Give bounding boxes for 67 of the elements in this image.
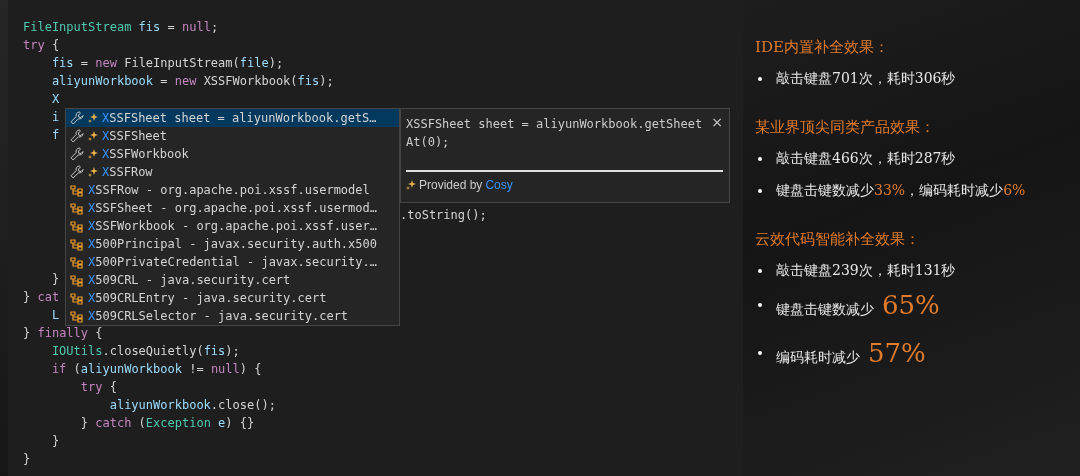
suggestion-item[interactable]: XSSFRow — [66, 163, 399, 181]
sparkle-icon — [88, 149, 98, 159]
bullet-icon — [758, 351, 762, 355]
wrench-icon — [70, 129, 84, 143]
bullet-icon — [758, 157, 762, 161]
section-heading: 某业界顶尖同类产品效果： — [755, 117, 935, 138]
wrench-icon — [70, 165, 84, 179]
code-line: if (aliyunWorkbook != null) { — [50, 361, 262, 378]
sparkle-icon — [88, 131, 98, 141]
code-line: } — [50, 271, 60, 288]
bullet-text: 编码耗时减少 57% — [776, 338, 926, 368]
bullet-text: 键盘击键数减少 65% — [776, 290, 940, 320]
section-heading: 云效代码智能补全效果： — [755, 229, 920, 250]
code-line: try { — [79, 379, 117, 396]
code-line: } — [50, 433, 60, 450]
code-line: } catch (Exception e) {} — [79, 415, 255, 432]
suggestion-item[interactable]: XSSFWorkbook — [66, 145, 399, 163]
bullet-text: 敲击键盘466次，耗时287秒 — [776, 150, 956, 168]
section-heading: IDE内置补全效果： — [755, 37, 889, 58]
code-line: L — [50, 307, 60, 324]
provider-label: Provided by — [419, 178, 483, 192]
code-line: FileInputStream fis = null; — [23, 19, 219, 36]
class-icon — [70, 201, 84, 215]
bullet-text: 敲击键盘239次，耗时131秒 — [776, 262, 956, 280]
code-line: } cat — [23, 289, 60, 306]
code-line: fis = new FileInputStream(file); — [50, 55, 284, 72]
provider-link[interactable]: Cosy — [485, 178, 513, 192]
code-line: X — [50, 91, 60, 108]
suggestion-item[interactable]: X509CRL - java.security.cert — [66, 271, 399, 289]
wrench-icon — [70, 147, 84, 161]
class-icon — [70, 219, 84, 233]
class-icon — [70, 255, 84, 269]
suggestion-item[interactable]: X500Principal - javax.security.auth.x500 — [66, 235, 399, 253]
suggestion-item[interactable]: XSSFRow - org.apache.poi.xssf.usermodel — [66, 181, 399, 199]
suggestion-item[interactable]: XSSFSheet sheet = aliyunWorkbook.getS… — [66, 109, 399, 127]
suggestion-item[interactable]: X509CRLSelector - java.security.cert — [66, 307, 399, 325]
class-icon — [70, 309, 84, 323]
code-line: IOUtils.closeQuietly(fis); — [50, 343, 240, 360]
class-icon — [70, 237, 84, 251]
bullet-icon — [758, 269, 762, 273]
code-line: .toString(); — [400, 207, 487, 224]
wrench-icon — [70, 111, 84, 125]
suggestion-item[interactable]: XSSFSheet - org.apache.poi.xssf.usermod… — [66, 199, 399, 217]
suggestion-item[interactable]: XSSFWorkbook - org.apache.poi.xssf.user… — [66, 217, 399, 235]
suggestion-item[interactable]: XSSFSheet — [66, 127, 399, 145]
code-line: try { — [23, 37, 60, 54]
sparkle-icon — [88, 113, 98, 123]
close-button[interactable]: × — [711, 115, 723, 129]
code-line: aliyunWorkbook = new XSSFWorkbook(fis); — [50, 73, 334, 90]
bullet-text: 键盘击键数减少33%，编码耗时减少6% — [776, 182, 1026, 200]
code-line: } finally { — [23, 325, 103, 342]
bullet-icon — [758, 303, 762, 307]
class-icon — [70, 291, 84, 305]
sparkle-icon — [406, 180, 416, 190]
suggestion-item[interactable]: X509CRLEntry - java.security.cert — [66, 289, 399, 307]
suggestion-item[interactable]: X500PrivateCredential - javax.security.… — [66, 253, 399, 271]
bullet-icon — [758, 77, 762, 81]
class-icon — [70, 273, 84, 287]
code-line: aliyunWorkbook.close(); — [108, 397, 276, 414]
code-line: } — [23, 451, 31, 468]
code-line: i — [50, 109, 60, 126]
bullet-text: 敲击键盘701次，耗时306秒 — [776, 70, 956, 88]
sparkle-icon — [88, 167, 98, 177]
bullet-icon — [758, 189, 762, 193]
code-line: f — [50, 127, 60, 144]
class-icon — [70, 183, 84, 197]
code-preview: XSSFSheet sheet = aliyunWorkbook.getSheetAt(0); — [406, 116, 704, 151]
